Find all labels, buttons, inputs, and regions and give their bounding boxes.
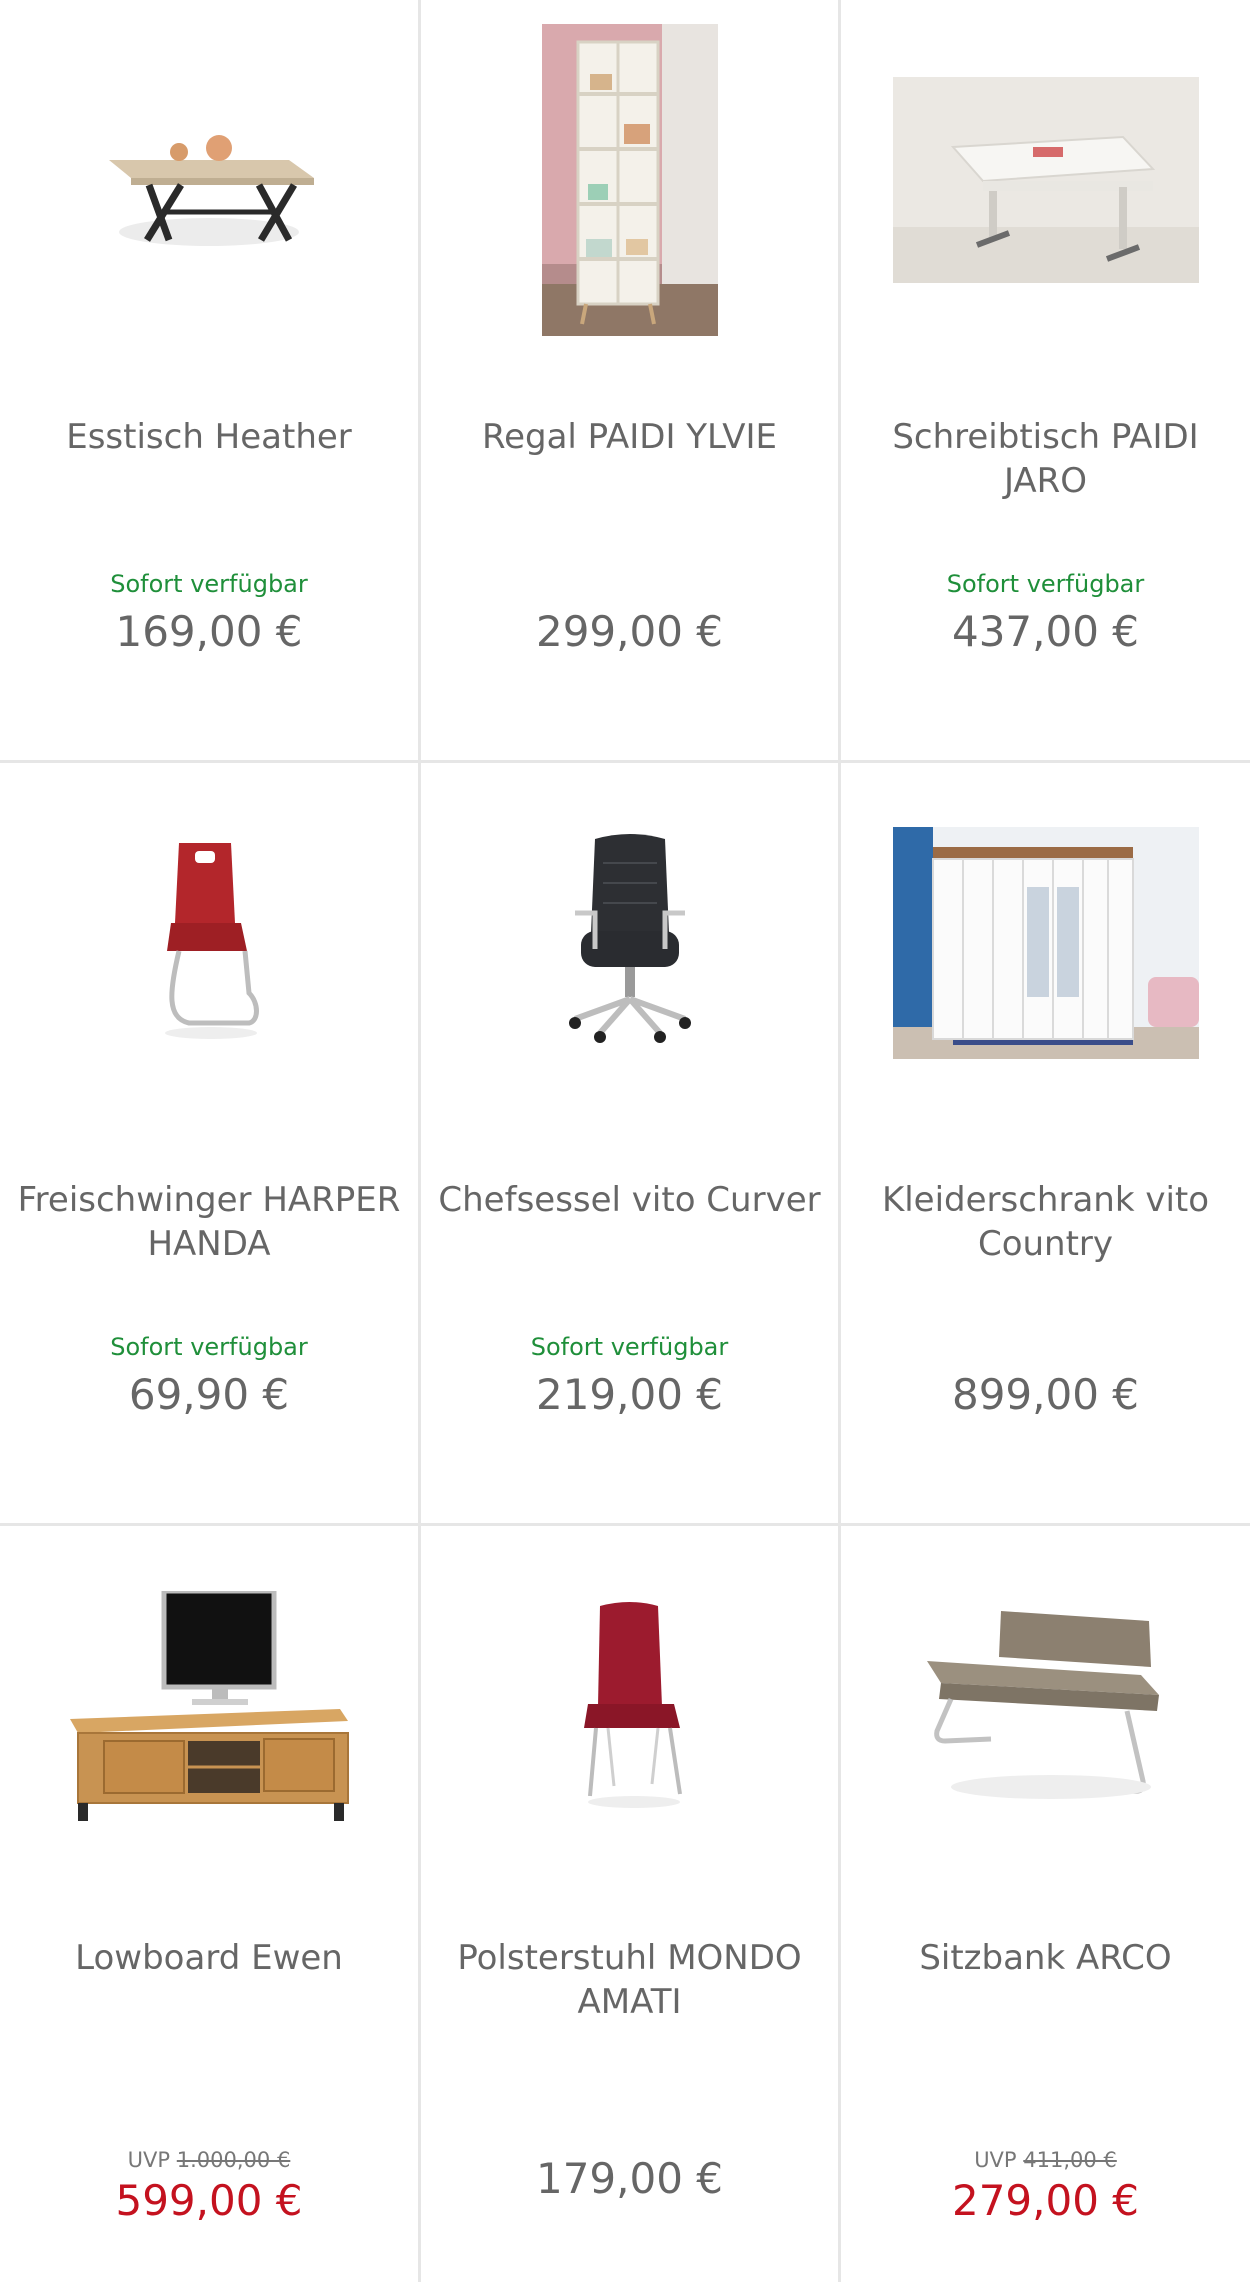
product-price: 179,00 € — [535, 2154, 724, 2203]
product-price: 437,00 € — [951, 607, 1140, 656]
product-price: 899,00 € — [951, 1370, 1140, 1419]
uvp-line: UVP 411,00 € — [841, 2148, 1250, 2172]
availability-label: Sofort verfügbar — [110, 1333, 308, 1361]
product-image-lowboard[interactable] — [0, 1526, 418, 1886]
product-title[interactable]: Schreibtisch PAIDI JARO — [851, 415, 1240, 503]
product-card-sitzbank-arco[interactable]: Sitzbank ARCO UVP 411,00 € 279,00 € — [841, 1526, 1250, 2282]
availability-label: Sofort verfügbar — [946, 570, 1145, 598]
availability-label: Sofort verfügbar — [530, 1333, 729, 1361]
product-title[interactable]: Chefsessel vito Curver — [431, 1178, 828, 1222]
product-card-chefsessel-vito-curver[interactable]: Chefsessel vito Curver Sofort verfügbar … — [421, 763, 838, 1523]
sale-price: 599,00 € — [115, 2176, 303, 2225]
product-title[interactable]: Regal PAIDI YLVIE — [431, 415, 828, 459]
product-image-office-chair[interactable] — [421, 763, 838, 1123]
uvp-price: 411,00 € — [1023, 2148, 1117, 2172]
product-title[interactable]: Polsterstuhl MONDO AMATI — [431, 1936, 828, 2024]
uvp-label: UVP — [974, 2148, 1017, 2172]
product-price: 69,90 € — [128, 1370, 290, 1419]
uvp-line: UVP 1.000,00 € — [0, 2148, 418, 2172]
product-image-upholstered-chair[interactable] — [421, 1526, 838, 1886]
product-title[interactable]: Kleiderschrank vito Country — [851, 1178, 1240, 1266]
product-card-freischwinger-harper-handa[interactable]: Freischwinger HARPER HANDA Sofort verfüg… — [0, 763, 418, 1523]
uvp-price: 1.000,00 € — [176, 2148, 291, 2172]
product-title[interactable]: Freischwinger HARPER HANDA — [10, 1178, 408, 1266]
product-grid: Esstisch Heather Sofort verfügbar 169,00… — [0, 0, 1250, 2282]
product-image-dining-table[interactable] — [0, 0, 418, 360]
sale-price: 279,00 € — [951, 2176, 1140, 2225]
product-image-cantilever-chair[interactable] — [0, 763, 418, 1123]
product-card-schreibtisch-paidi-jaro[interactable]: Schreibtisch PAIDI JARO Sofort verfügbar… — [841, 0, 1250, 760]
uvp-label: UVP — [127, 2148, 171, 2172]
product-card-esstisch-heather[interactable]: Esstisch Heather Sofort verfügbar 169,00… — [0, 0, 418, 760]
product-title[interactable]: Esstisch Heather — [10, 415, 408, 459]
product-image-bench[interactable] — [841, 1526, 1250, 1886]
product-price: 169,00 € — [115, 607, 303, 656]
product-card-polsterstuhl-mondo-amati[interactable]: Polsterstuhl MONDO AMATI 179,00 € — [421, 1526, 838, 2282]
product-card-regal-paidi-ylvie[interactable]: Regal PAIDI YLVIE 299,00 € — [421, 0, 838, 760]
product-image-shelf[interactable] — [421, 0, 838, 360]
product-image-desk[interactable] — [841, 0, 1250, 360]
product-card-kleiderschrank-vito-country[interactable]: Kleiderschrank vito Country 899,00 € — [841, 763, 1250, 1523]
product-card-lowboard-ewen[interactable]: Lowboard Ewen UVP 1.000,00 € 599,00 € — [0, 1526, 418, 2282]
product-title[interactable]: Sitzbank ARCO — [851, 1936, 1240, 1980]
product-price: 219,00 € — [535, 1370, 724, 1419]
product-title[interactable]: Lowboard Ewen — [10, 1936, 408, 1980]
product-price: 299,00 € — [535, 607, 724, 656]
availability-label: Sofort verfügbar — [110, 570, 308, 598]
product-image-wardrobe[interactable] — [841, 763, 1250, 1123]
